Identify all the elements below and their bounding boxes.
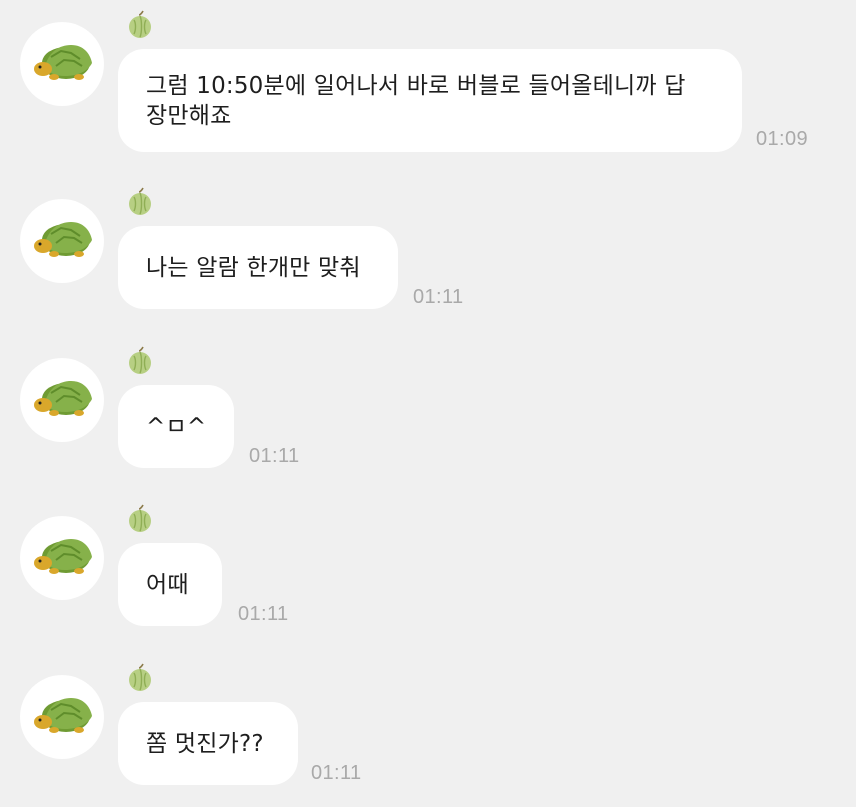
message-bubble[interactable]: 나는 알람 한개만 맞춰	[118, 226, 398, 309]
turtle-avatar-icon[interactable]	[20, 358, 104, 442]
timestamp: 01:09	[756, 128, 809, 150]
timestamp: 01:11	[238, 603, 289, 625]
message-text: 나는 알람 한개만 맞춰	[146, 254, 361, 281]
message-bubble[interactable]: ^ㅁ^	[118, 385, 234, 468]
message-group: 쫌 멋진가?? 01:11	[0, 653, 856, 803]
turtle-avatar-icon[interactable]	[20, 516, 104, 600]
chat-thread: 그럼 10:50분에 일어나서 바로 버블로 들어올테니까 답 장만해죠 01:…	[0, 0, 856, 807]
timestamp: 01:11	[249, 445, 300, 467]
message-group: ^ㅁ^ 01:11	[0, 336, 856, 486]
turtle-avatar-icon[interactable]	[20, 199, 104, 283]
melon-icon	[124, 663, 156, 695]
message-bubble[interactable]: 쫌 멋진가??	[118, 702, 298, 785]
message-bubble[interactable]: 어때	[118, 543, 222, 626]
melon-icon	[124, 504, 156, 536]
message-group: 나는 알람 한개만 맞춰 01:11	[0, 177, 856, 327]
message-text: 어때	[146, 571, 189, 598]
melon-icon	[124, 187, 156, 219]
timestamp: 01:11	[311, 762, 362, 784]
melon-icon	[124, 10, 156, 42]
message-group: 그럼 10:50분에 일어나서 바로 버블로 들어올테니까 답 장만해죠 01:…	[0, 0, 856, 152]
timestamp: 01:11	[413, 286, 464, 308]
message-bubble[interactable]: 그럼 10:50분에 일어나서 바로 버블로 들어올테니까 답 장만해죠	[118, 49, 742, 152]
message-text: 그럼 10:50분에 일어나서 바로 버블로 들어올테니까 답 장만해죠	[146, 72, 686, 129]
melon-icon	[124, 346, 156, 378]
message-text: 쫌 멋진가??	[146, 730, 264, 757]
message-text: ^ㅁ^	[146, 413, 207, 440]
turtle-avatar-icon[interactable]	[20, 22, 104, 106]
message-group: 어때 01:11	[0, 494, 856, 644]
turtle-avatar-icon[interactable]	[20, 675, 104, 759]
